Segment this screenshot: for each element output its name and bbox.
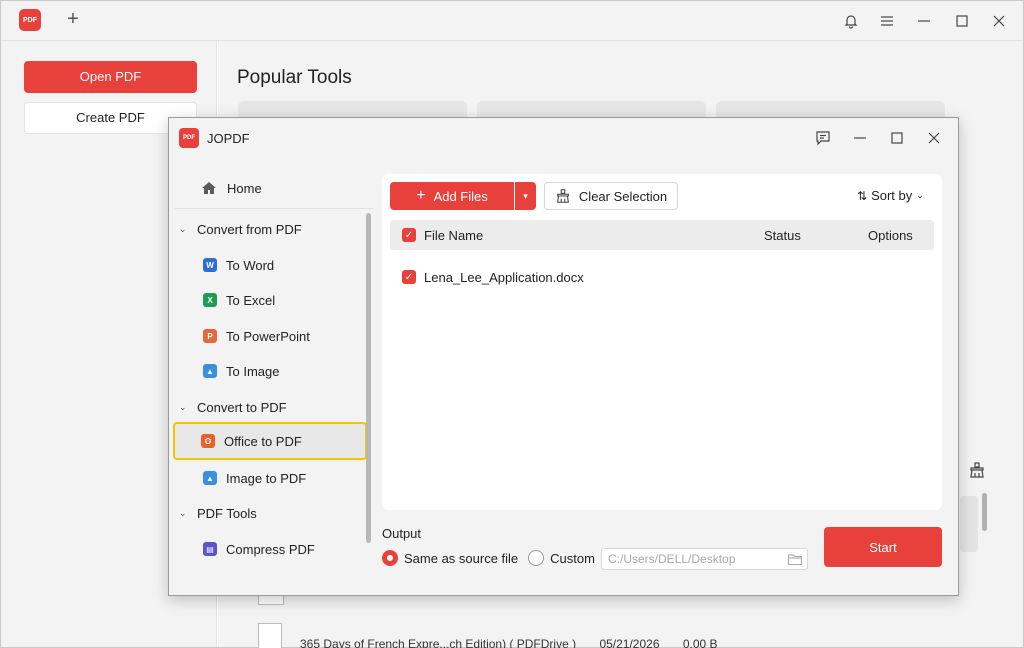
minimize-icon[interactable] bbox=[912, 9, 936, 33]
sidebar-item-to-image[interactable]: ▲ To Image bbox=[175, 354, 365, 388]
add-files-button[interactable]: + Add Files bbox=[390, 182, 514, 210]
new-tab-button[interactable]: + bbox=[63, 8, 83, 32]
app-logo: PDF bbox=[19, 9, 41, 31]
image-icon: ▲ bbox=[203, 471, 217, 485]
minimize-icon[interactable] bbox=[848, 126, 872, 150]
sidebar-item-label: Compress PDF bbox=[226, 541, 315, 557]
sidebar-item-compress-pdf[interactable]: ▤ Compress PDF bbox=[175, 532, 365, 566]
sidebar-item-to-word[interactable]: W To Word bbox=[175, 248, 365, 282]
close-icon[interactable] bbox=[922, 126, 946, 150]
sidebar-item-image-to-pdf[interactable]: ▲ Image to PDF bbox=[175, 461, 365, 495]
maximize-icon[interactable] bbox=[885, 126, 909, 150]
dialog-title-bar: PDF JOPDF bbox=[169, 118, 958, 158]
sort-icon: ⇅ bbox=[857, 188, 868, 203]
maximize-icon[interactable] bbox=[950, 9, 974, 33]
clear-selection-label: Clear Selection bbox=[578, 188, 668, 204]
sidebar-item-label: To PowerPoint bbox=[226, 328, 310, 344]
sidebar-item-label: Image to PDF bbox=[226, 470, 307, 486]
recent-file-name: 365 Days of French Expre...ch Edition) (… bbox=[300, 637, 577, 648]
close-icon[interactable] bbox=[987, 9, 1011, 33]
menu-icon[interactable] bbox=[875, 9, 899, 33]
radio-same-as-source[interactable] bbox=[382, 550, 398, 566]
recent-card-edge bbox=[960, 496, 978, 552]
sidebar-item-home[interactable]: Home bbox=[201, 180, 262, 196]
word-icon: W bbox=[203, 258, 217, 272]
sidebar-item-label: Home bbox=[227, 180, 262, 196]
table-row[interactable]: ✓ Lena_Lee_Application.docx bbox=[390, 262, 934, 292]
group-convert-to-pdf[interactable]: ⌄ Convert to PDF bbox=[179, 400, 287, 415]
plus-icon: + bbox=[416, 187, 426, 204]
sidebar-item-to-excel[interactable]: X To Excel bbox=[175, 283, 365, 317]
column-header-options: Options bbox=[868, 228, 913, 243]
dialog-sidebar: Home ⌄ Convert from PDF W To Word X To E… bbox=[169, 158, 373, 595]
radio-custom[interactable] bbox=[528, 550, 545, 566]
jopdf-dialog: PDF JOPDF Home ⌄ Convert from PDF W To W… bbox=[168, 117, 959, 596]
add-files-dropdown[interactable]: ▾ bbox=[515, 182, 536, 210]
sidebar-item-office-to-pdf[interactable]: O Office to PDF bbox=[173, 422, 367, 460]
recent-file-row[interactable]: 365 Days of French Expre...ch Edition) (… bbox=[300, 637, 738, 648]
chevron-down-icon: ▾ bbox=[523, 190, 528, 201]
dialog-logo: PDF bbox=[179, 128, 199, 148]
image-icon: ▲ bbox=[203, 364, 217, 378]
compress-icon: ▤ bbox=[203, 542, 217, 556]
sidebar-item-label: To Word bbox=[226, 257, 275, 273]
table-header: ✓ File Name Status Options bbox=[390, 220, 934, 250]
start-button[interactable]: Start bbox=[824, 527, 942, 567]
title-bar: PDF + bbox=[1, 1, 1023, 41]
group-label: PDF Tools bbox=[197, 506, 257, 521]
excel-icon: X bbox=[203, 293, 217, 307]
bell-icon[interactable] bbox=[839, 9, 863, 33]
home-icon bbox=[202, 182, 216, 194]
output-path-field[interactable]: C:/Users/DELL/Desktop bbox=[601, 548, 808, 570]
recent-file-date: 05/21/2026 bbox=[599, 637, 660, 648]
sidebar-item-label: To Image bbox=[226, 363, 280, 379]
output-options: Same as source file Custom bbox=[382, 550, 595, 566]
chevron-down-icon: ⌄ bbox=[179, 224, 187, 234]
broom-icon bbox=[556, 189, 569, 203]
sidebar-item-label: Office to PDF bbox=[224, 433, 302, 449]
content-scrollbar[interactable] bbox=[982, 493, 987, 531]
radio-label[interactable]: Custom bbox=[550, 551, 595, 566]
feedback-icon[interactable] bbox=[811, 126, 835, 150]
sidebar-item-label: To Excel bbox=[226, 292, 276, 308]
clear-selection-button[interactable]: Clear Selection bbox=[544, 182, 678, 210]
path-placeholder: C:/Users/DELL/Desktop bbox=[608, 552, 736, 566]
chevron-down-icon: ⌄ bbox=[916, 190, 924, 200]
output-label: Output bbox=[382, 526, 422, 541]
sidebar-scrollbar[interactable] bbox=[366, 213, 371, 543]
row-checkbox[interactable]: ✓ bbox=[402, 270, 416, 284]
folder-icon[interactable] bbox=[787, 551, 803, 567]
dialog-title: JOPDF bbox=[207, 131, 250, 146]
group-pdf-tools[interactable]: ⌄ PDF Tools bbox=[179, 506, 257, 521]
sort-by-label: Sort by bbox=[871, 188, 913, 203]
popular-tools-title: Popular Tools bbox=[237, 67, 352, 88]
group-label: Convert to PDF bbox=[197, 400, 287, 415]
sidebar-item-to-powerpoint[interactable]: P To PowerPoint bbox=[175, 319, 365, 353]
column-header-name[interactable]: File Name bbox=[424, 228, 483, 243]
office-icon: O bbox=[201, 434, 215, 448]
recent-file-size: 0.00 B bbox=[682, 637, 718, 648]
broom-icon[interactable] bbox=[968, 461, 988, 481]
open-pdf-button[interactable]: Open PDF bbox=[24, 61, 197, 93]
group-label: Convert from PDF bbox=[197, 222, 302, 237]
chevron-down-icon: ⌄ bbox=[179, 508, 187, 518]
file-panel: + Add Files ▾ Clear Selection ⇅ Sort by … bbox=[382, 174, 942, 510]
sort-by-button[interactable]: ⇅ Sort by ⌄ bbox=[857, 188, 924, 203]
divider bbox=[175, 208, 373, 209]
select-all-checkbox[interactable]: ✓ bbox=[402, 228, 416, 242]
file-thumbnail bbox=[258, 623, 282, 648]
group-convert-from-pdf[interactable]: ⌄ Convert from PDF bbox=[179, 222, 302, 237]
column-header-status: Status bbox=[764, 228, 801, 243]
chevron-down-icon: ⌄ bbox=[179, 402, 187, 412]
radio-label[interactable]: Same as source file bbox=[404, 551, 518, 566]
file-name: Lena_Lee_Application.docx bbox=[424, 270, 584, 285]
add-files-label: Add Files bbox=[433, 188, 488, 204]
powerpoint-icon: P bbox=[203, 329, 217, 343]
